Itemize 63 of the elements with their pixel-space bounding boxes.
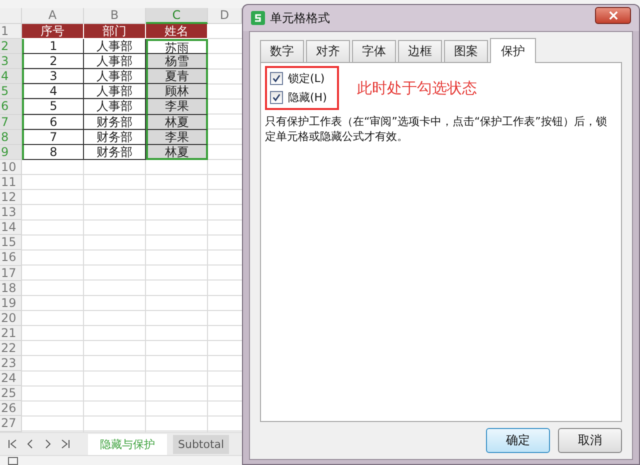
table-cell[interactable]: 3	[22, 69, 84, 84]
table-cell[interactable]: 1	[22, 39, 84, 54]
row-header[interactable]: 18	[0, 280, 22, 296]
tab[interactable]: 数字	[260, 40, 304, 62]
checkbox-label: 锁定(L)	[288, 71, 325, 86]
table-cell[interactable]: 李果	[146, 99, 208, 115]
table-cell[interactable]: 苏雨	[146, 39, 208, 54]
row-header[interactable]: 14	[0, 220, 22, 236]
annotation-text: 此时处于勾选状态	[356, 78, 477, 98]
row-header[interactable]: 11	[0, 174, 22, 190]
row-header[interactable]: 24	[0, 371, 22, 386]
row-header[interactable]: 27	[0, 416, 22, 432]
row-header[interactable]: 21	[0, 326, 22, 341]
column-header[interactable]: B	[84, 8, 146, 24]
last-sheet-icon[interactable]	[60, 438, 72, 450]
row-header[interactable]: 25	[0, 386, 22, 402]
tab[interactable]: 保护	[490, 38, 536, 63]
checkbox[interactable]	[270, 91, 283, 104]
close-icon	[608, 10, 618, 20]
row-header[interactable]: 26	[0, 401, 22, 416]
table-cell[interactable]: 顾林	[146, 84, 208, 100]
tab[interactable]: 字体	[352, 40, 396, 62]
row-header[interactable]: 22	[0, 340, 22, 356]
row-header[interactable]: 16	[0, 250, 22, 266]
table-cell[interactable]: 林夏	[146, 144, 208, 160]
table-cell[interactable]: 5	[22, 99, 84, 115]
row-header[interactable]: 13	[0, 205, 22, 220]
table-cell[interactable]: 夏青	[146, 69, 208, 84]
table-cell[interactable]: 序号	[22, 24, 84, 40]
column-header[interactable]: D	[208, 8, 242, 24]
tab[interactable]: 对齐	[306, 40, 350, 62]
row-header[interactable]: 20	[0, 310, 22, 326]
row-header[interactable]: 1	[0, 24, 22, 40]
ok-button[interactable]: 确定	[486, 428, 550, 453]
window-title: 单元格格式	[270, 10, 331, 26]
row-header[interactable]: 15	[0, 235, 22, 250]
app-icon	[251, 11, 265, 25]
checkbox-label: 隐藏(H)	[288, 90, 327, 105]
tab[interactable]: 边框	[398, 40, 442, 62]
table-cell[interactable]: 8	[22, 144, 84, 160]
table-cell[interactable]: 6	[22, 114, 84, 130]
row-header[interactable]: 19	[0, 296, 22, 311]
row-header[interactable]: 23	[0, 356, 22, 372]
table-cell[interactable]: 2	[22, 54, 84, 70]
row-header[interactable]: 12	[0, 190, 22, 206]
sheet-icon[interactable]	[8, 456, 20, 464]
table-cell[interactable]: 林夏	[146, 114, 208, 130]
row-header[interactable]: 17	[0, 266, 22, 281]
checkbox[interactable]	[270, 72, 283, 85]
note-text: 只有保护工作表（在“审阅”选项卡中，点击“保护工作表”按钮）后，锁定单元格或隐藏公式才有效。	[265, 114, 608, 144]
table-cell[interactable]: 部门	[84, 24, 146, 40]
column-header[interactable]: A	[22, 8, 84, 24]
sheet-tab[interactable]: Subtotal	[173, 434, 230, 454]
cancel-button[interactable]: 取消	[558, 428, 622, 453]
table-cell[interactable]: 杨雪	[146, 54, 208, 70]
first-sheet-icon[interactable]	[6, 438, 18, 450]
tab[interactable]: 图案	[444, 40, 488, 62]
table-cell[interactable]: 7	[22, 130, 84, 145]
table-cell[interactable]: 4	[22, 84, 84, 100]
table-cell[interactable]: 李果	[146, 130, 208, 145]
table-cell[interactable]: 姓名	[146, 24, 208, 40]
close-button[interactable]	[595, 6, 631, 24]
row-header[interactable]: 10	[0, 160, 22, 175]
